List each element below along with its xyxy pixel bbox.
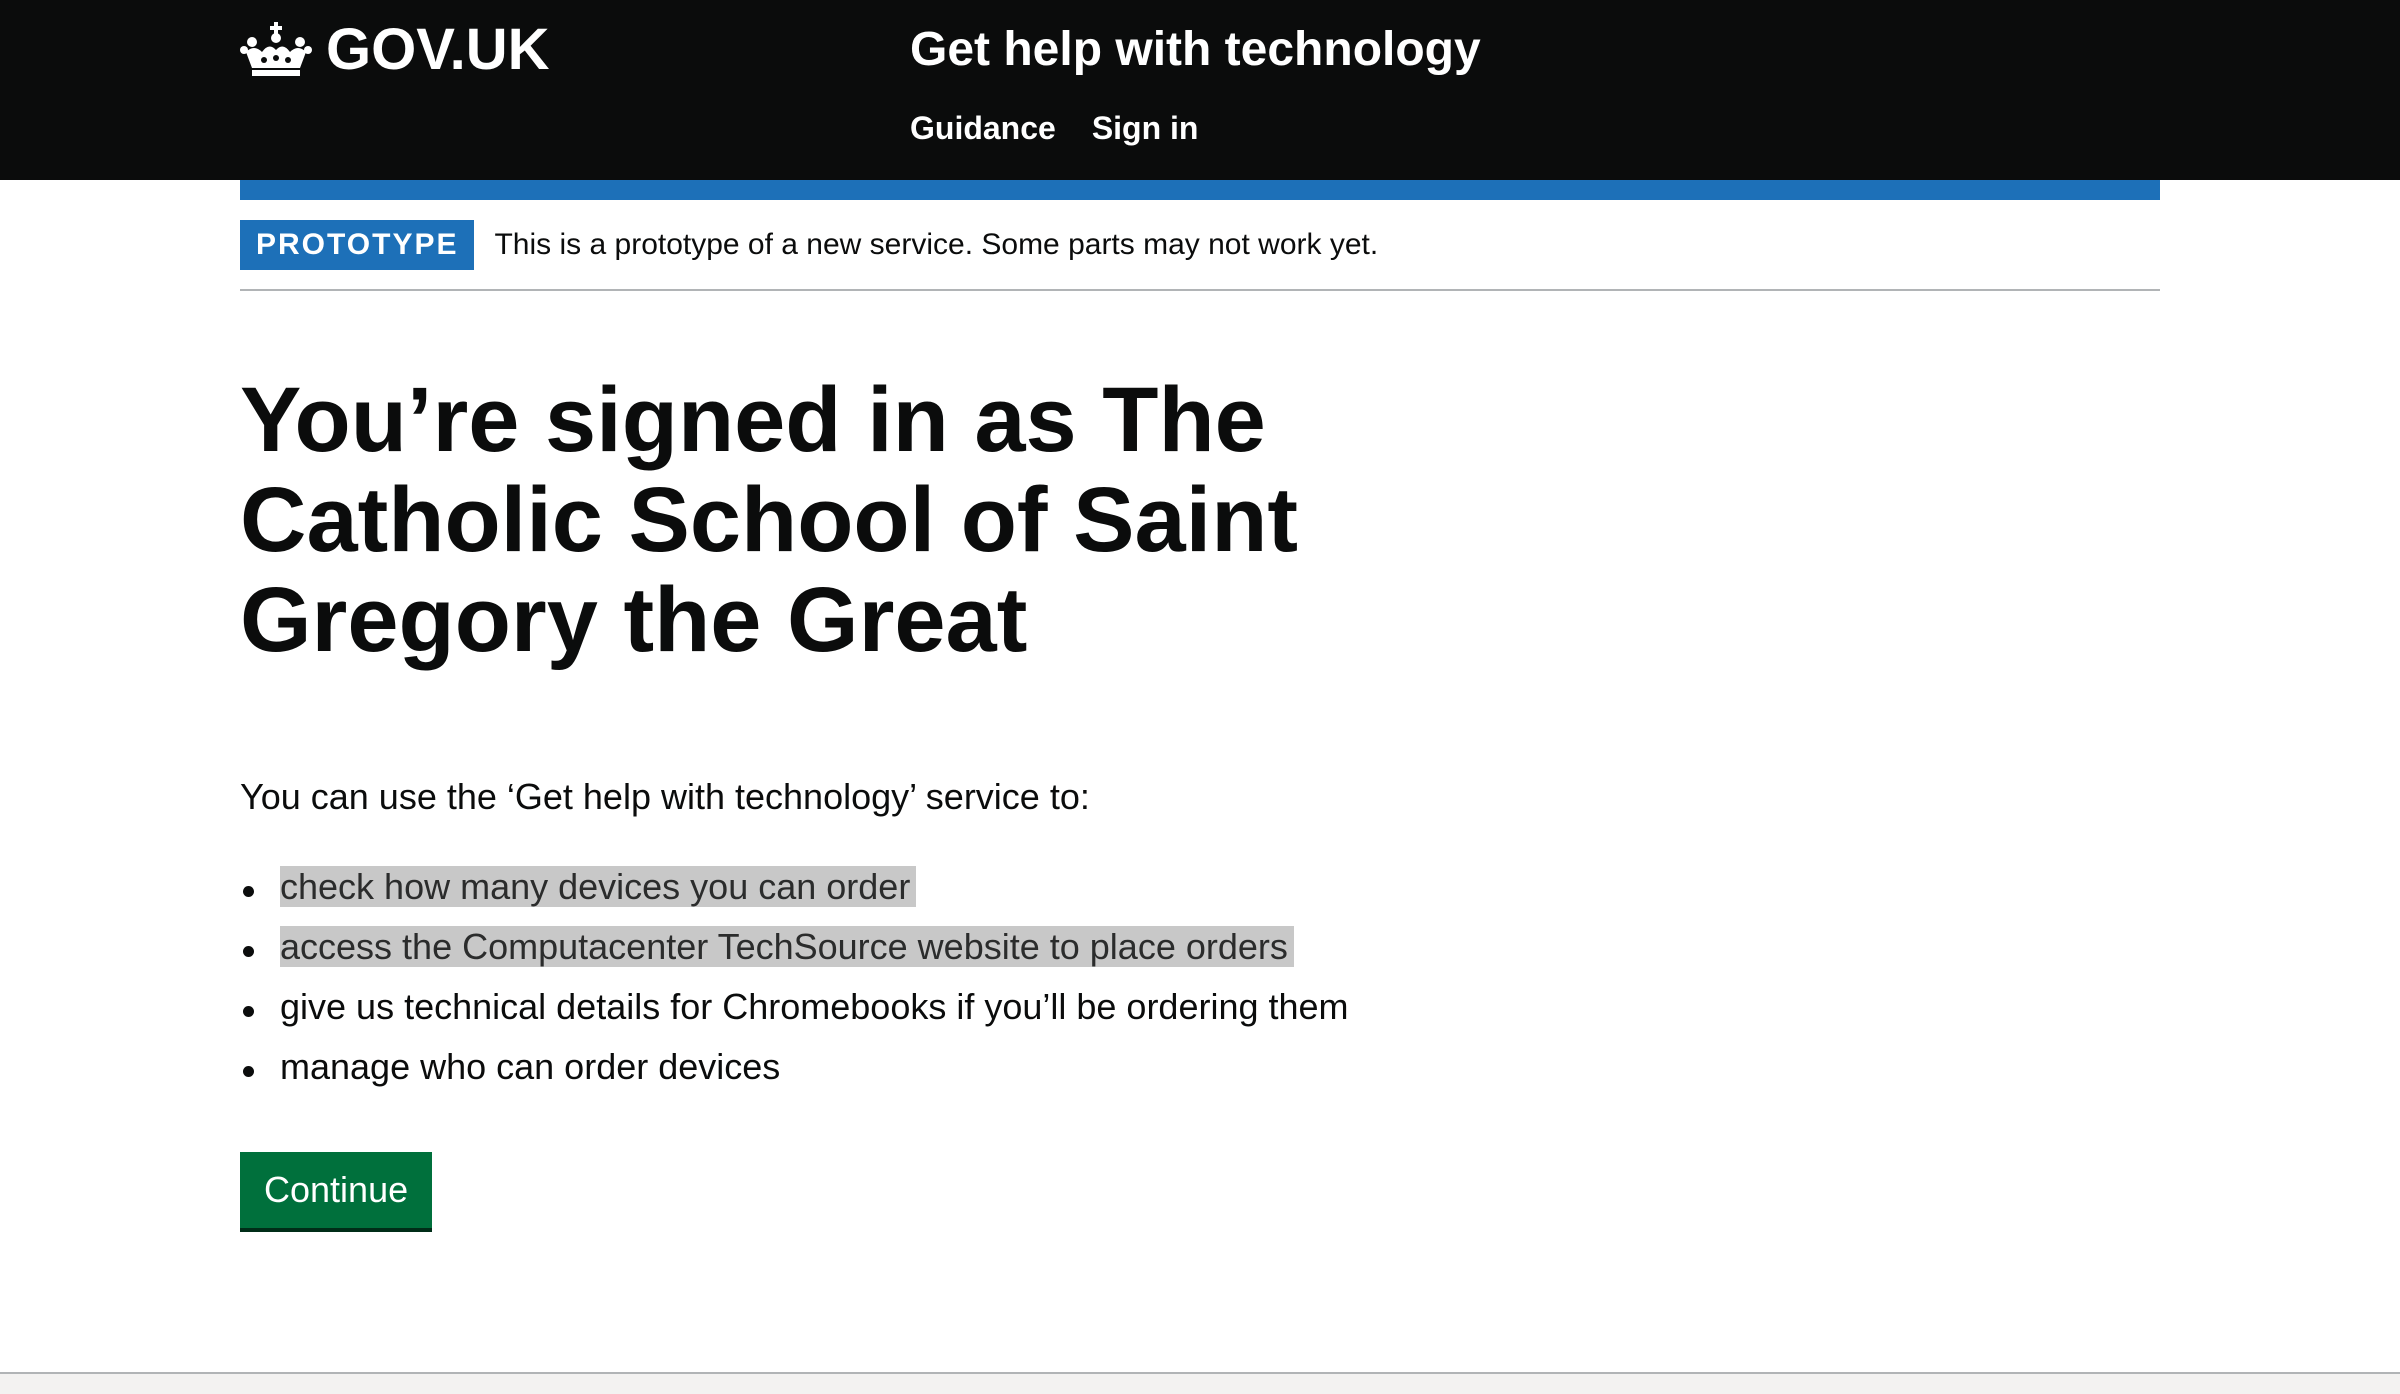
site-header: GOV.UK Get help with technology Guidance… <box>0 0 2400 180</box>
nav-link-guidance[interactable]: Guidance <box>910 106 1056 150</box>
list-item-text: manage who can order devices <box>280 1046 781 1087</box>
list-item: access the Computacenter TechSource webs… <box>240 922 1349 982</box>
logo-text: GOV.UK <box>326 17 550 82</box>
list-item: give us technical details for Chromebook… <box>240 982 1349 1042</box>
footer <box>0 1374 2400 1394</box>
intro-text: You can use the ‘Get help with technolog… <box>240 776 1090 817</box>
phase-banner-divider <box>240 289 2160 291</box>
service-features-list: check how many devices you can order acc… <box>240 862 1349 1102</box>
list-item: check how many devices you can order <box>240 862 1349 922</box>
phase-tag: PROTOTYPE <box>240 220 475 270</box>
govuk-logo-link[interactable]: GOV.UK <box>240 20 549 80</box>
nav-link-sign-in[interactable]: Sign in <box>1092 106 1199 150</box>
list-item-text: give us technical details for Chromebook… <box>280 986 1349 1027</box>
continue-button[interactable]: Continue <box>240 1152 433 1228</box>
page-title: You’re signed in as The Catholic School … <box>240 369 1299 671</box>
service-name-link[interactable]: Get help with technology <box>910 20 1481 80</box>
header-blue-bar <box>240 180 2160 200</box>
header-navigation: Guidance Sign in <box>910 106 1198 150</box>
list-item-text: access the Computacenter TechSource webs… <box>280 926 1294 967</box>
phase-banner: PROTOTYPE This is a prototype of a new s… <box>240 220 2160 270</box>
crown-icon <box>240 22 312 76</box>
list-item-text: check how many devices you can order <box>280 866 917 907</box>
list-item: manage who can order devices <box>240 1042 1349 1102</box>
phase-banner-text: This is a prototype of a new service. So… <box>494 228 1379 261</box>
